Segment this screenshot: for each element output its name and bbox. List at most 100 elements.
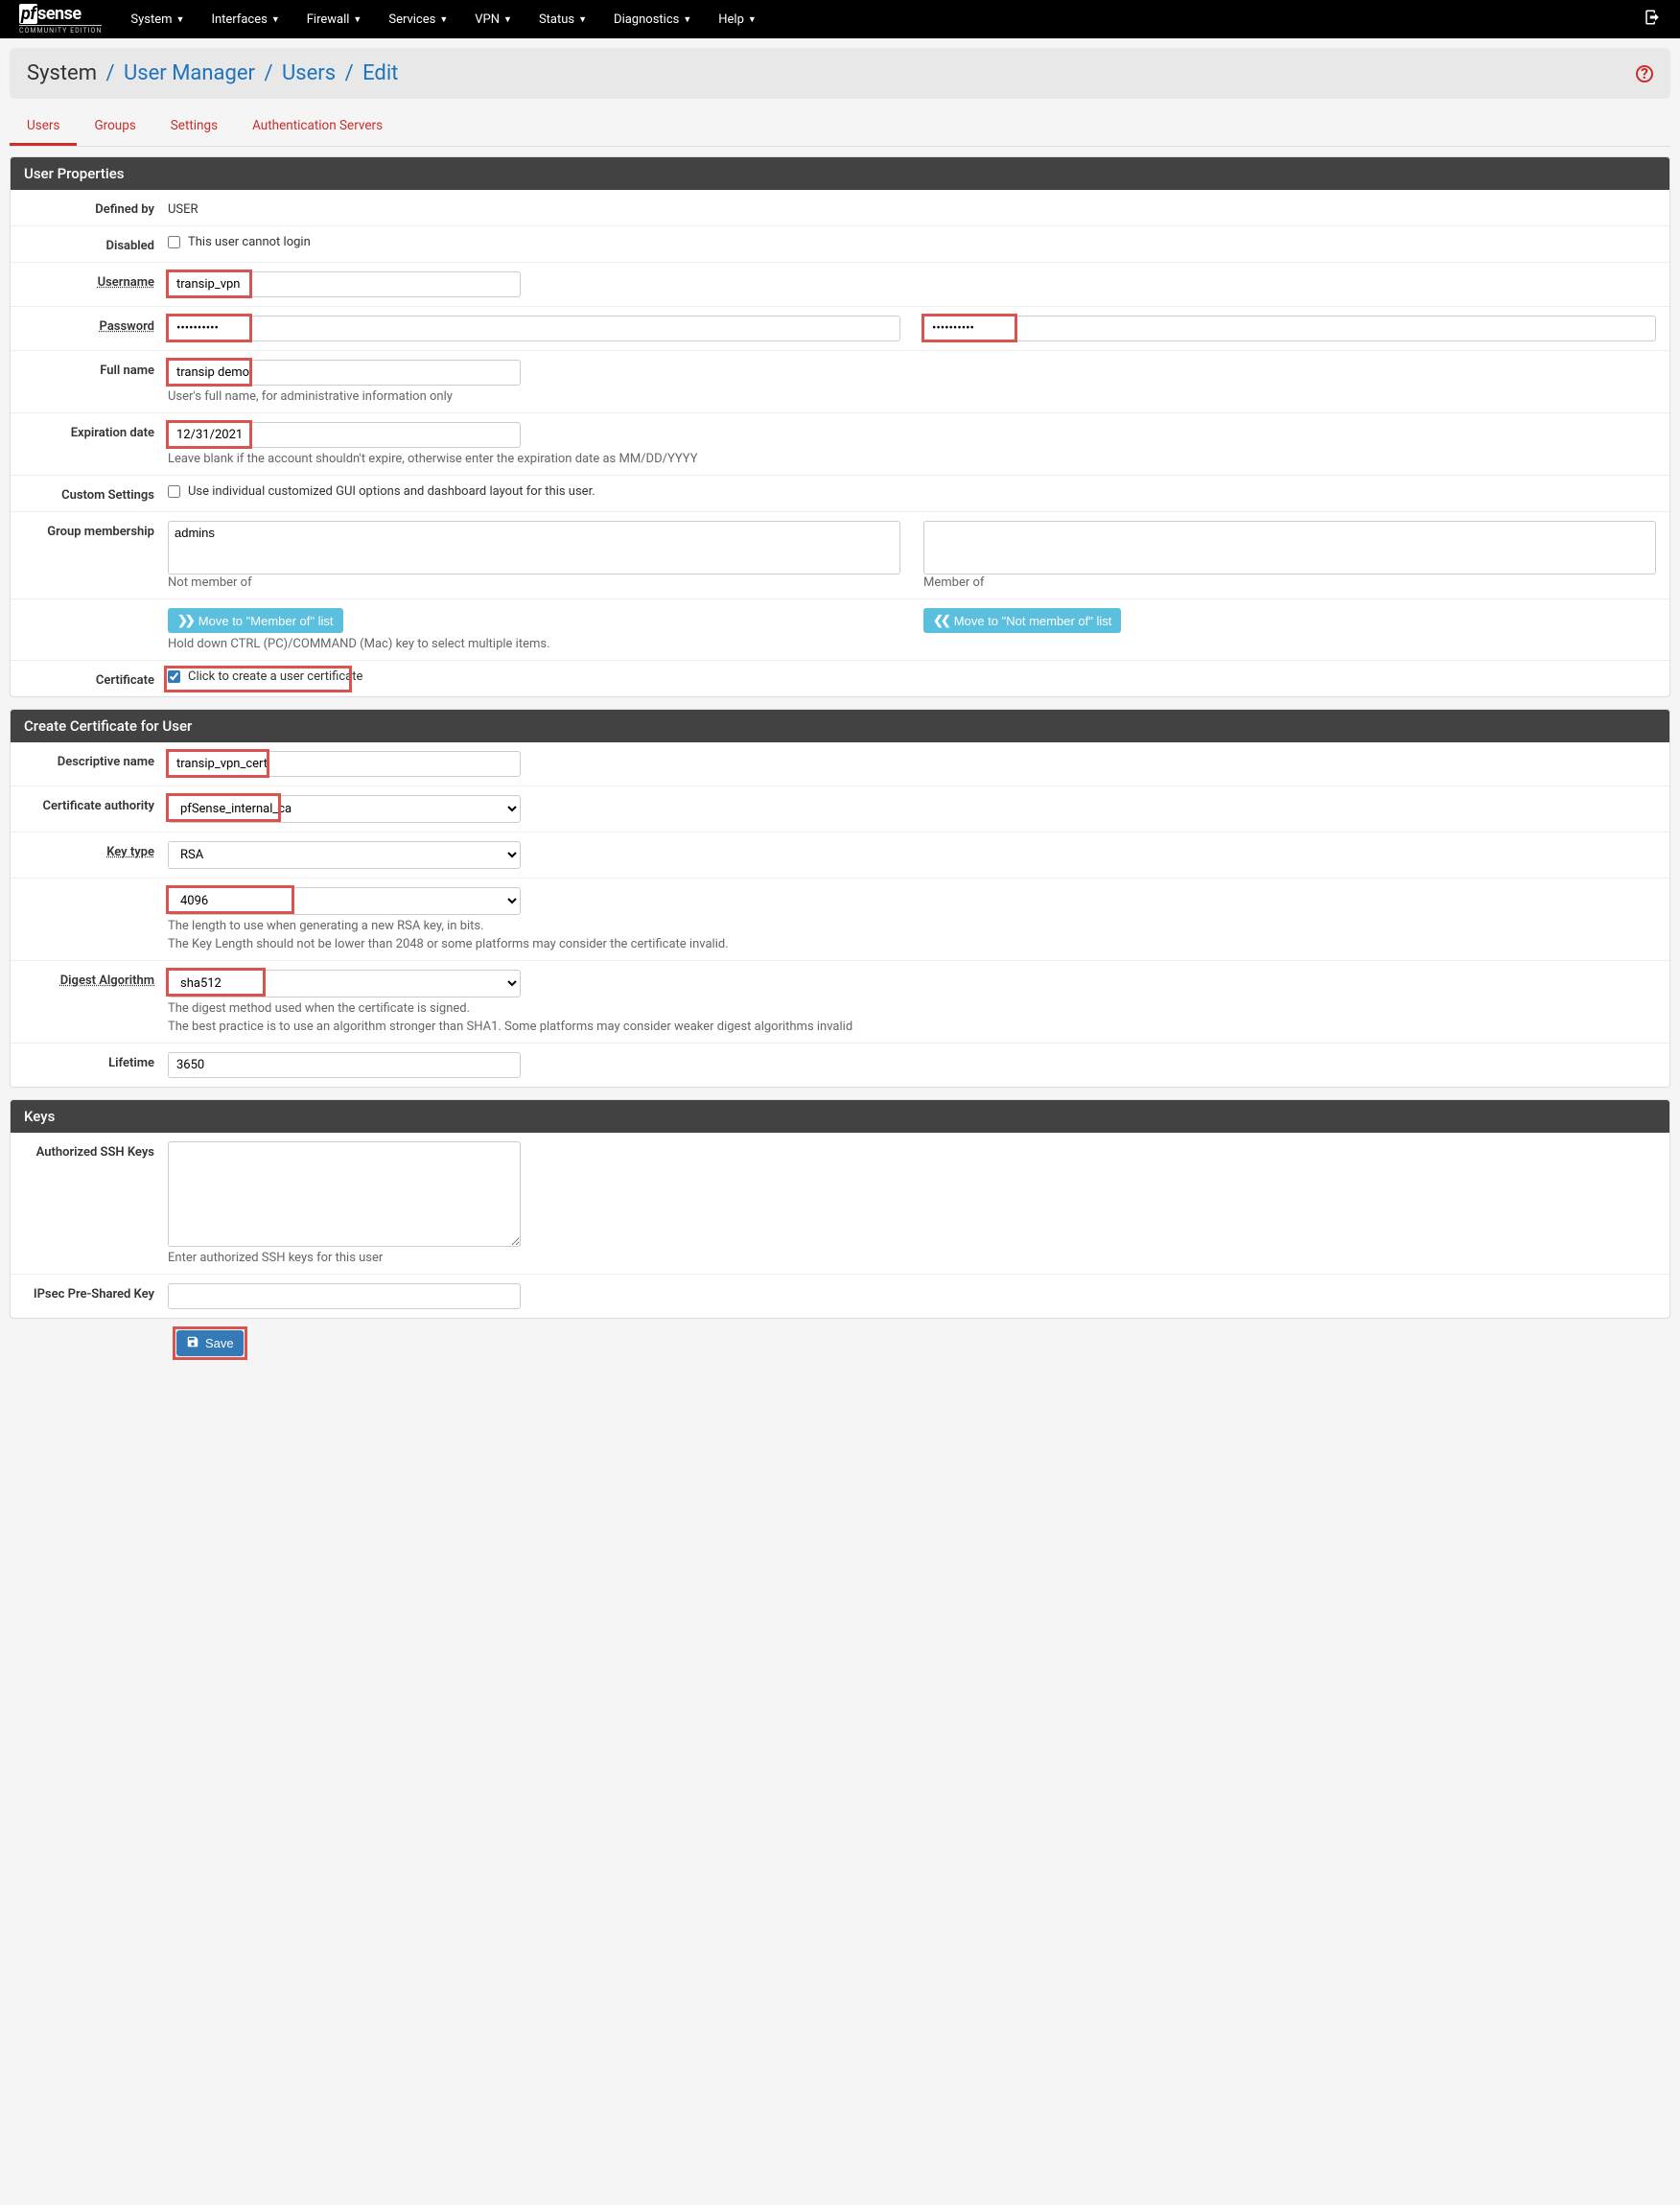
digest-select[interactable]: sha512 (168, 970, 521, 997)
caret-down-icon: ▼ (271, 14, 280, 25)
desc-name-input[interactable] (168, 751, 521, 777)
nav-help[interactable]: Help▼ (718, 12, 757, 27)
panel-header-keys: Keys (11, 1100, 1669, 1133)
chevron-left-double-icon: ❮❮ (933, 613, 948, 628)
key-len-help1: The length to use when generating a new … (168, 919, 1656, 933)
digest-help1: The digest method used when the certific… (168, 1001, 1656, 1016)
password-input[interactable] (168, 316, 900, 341)
save-label: Save (205, 1336, 234, 1350)
nav-interfaces[interactable]: Interfaces▼ (211, 12, 279, 27)
caret-down-icon: ▼ (176, 14, 185, 25)
nav-status[interactable]: Status▼ (539, 12, 587, 27)
fullname-input[interactable] (168, 360, 521, 386)
breadcrumb-usermanager[interactable]: User Manager (124, 61, 255, 85)
label-desc-name: Descriptive name (24, 751, 168, 769)
panel-header-cert: Create Certificate for User (11, 710, 1669, 742)
caret-down-icon: ▼ (683, 14, 691, 25)
expiration-help: Leave blank if the account shouldn't exp… (168, 452, 1656, 466)
label-defined-by: Defined by (24, 199, 168, 217)
breadcrumb-bar: System / User Manager / Users / Edit ? (10, 48, 1670, 99)
logo-main: pfsense (19, 4, 82, 24)
breadcrumb: System / User Manager / Users / Edit (27, 61, 398, 85)
move-to-not-member-label: Move to "Not member of" list (954, 614, 1112, 628)
tab-users[interactable]: Users (10, 108, 77, 146)
caret-down-icon: ▼ (748, 14, 757, 25)
custom-text: Use individual customized GUI options an… (188, 484, 595, 499)
move-to-not-member-button[interactable]: ❮❮ Move to "Not member of" list (923, 608, 1121, 633)
disabled-checkbox[interactable] (168, 236, 180, 248)
cert-checkbox-group[interactable]: Click to create a user certificate (168, 669, 1656, 684)
caret-down-icon: ▼ (353, 14, 362, 25)
ca-select[interactable]: pfSense_internal_ca (168, 795, 521, 823)
breadcrumb-sep: / (105, 61, 114, 85)
label-custom: Custom Settings (24, 484, 168, 503)
panel-header-user-props: User Properties (11, 157, 1669, 190)
cert-checkbox-text: Click to create a user certificate (188, 669, 362, 684)
chevron-right-double-icon: ❯❯ (177, 613, 193, 628)
label-disabled: Disabled (24, 235, 168, 253)
label-password: Password (24, 316, 168, 334)
digest-help2: The best practice is to use an algorithm… (168, 1020, 1656, 1034)
nav-services[interactable]: Services▼ (388, 12, 448, 27)
save-button[interactable]: Save (176, 1330, 244, 1356)
not-member-label: Not member of (168, 575, 252, 590)
username-input[interactable] (168, 271, 521, 297)
list-item[interactable]: admins (175, 526, 894, 541)
breadcrumb-edit[interactable]: Edit (362, 61, 398, 85)
tab-authservers[interactable]: Authentication Servers (235, 108, 400, 146)
ipsec-psk-input[interactable] (168, 1283, 521, 1309)
tab-groups[interactable]: Groups (77, 108, 152, 146)
not-member-listbox[interactable]: admins (168, 521, 900, 575)
nav-system[interactable]: System▼ (130, 12, 184, 27)
top-navbar: pfsense COMMUNITY EDITION System▼ Interf… (0, 0, 1680, 38)
logo-tagline: COMMUNITY EDITION (19, 25, 102, 35)
tabs: Users Groups Settings Authentication Ser… (10, 108, 1670, 147)
panel-keys: Keys Authorized SSH Keys Enter authorize… (10, 1099, 1670, 1319)
label-digest: Digest Algorithm (24, 970, 168, 988)
custom-checkbox-group[interactable]: Use individual customized GUI options an… (168, 484, 1656, 499)
label-ssh: Authorized SSH Keys (24, 1141, 168, 1160)
breadcrumb-sep: / (264, 61, 272, 85)
key-len-help2: The Key Length should not be lower than … (168, 937, 1656, 951)
nav-firewall[interactable]: Firewall▼ (307, 12, 362, 27)
save-row: Save (10, 1330, 1670, 1356)
tab-settings[interactable]: Settings (153, 108, 235, 146)
logo[interactable]: pfsense COMMUNITY EDITION (19, 4, 102, 35)
value-defined-by: USER (168, 199, 1656, 217)
nav-diagnostics[interactable]: Diagnostics▼ (614, 12, 691, 27)
label-username: Username (24, 271, 168, 290)
label-empty (24, 608, 168, 612)
cert-checkbox[interactable] (168, 670, 180, 683)
logout-icon[interactable] (1644, 9, 1661, 30)
label-ipsec: IPsec Pre-Shared Key (24, 1283, 168, 1302)
member-listbox[interactable] (923, 521, 1656, 575)
disabled-text: This user cannot login (188, 235, 311, 249)
key-type-select[interactable]: RSA (168, 841, 521, 869)
move-to-member-label: Move to "Member of" list (198, 614, 334, 628)
expiration-input[interactable] (168, 422, 521, 448)
nav-vpn[interactable]: VPN▼ (475, 12, 512, 27)
caret-down-icon: ▼ (439, 14, 448, 25)
label-groups: Group membership (24, 521, 168, 539)
fullname-help: User's full name, for administrative inf… (168, 389, 1656, 404)
breadcrumb-users[interactable]: Users (282, 61, 336, 85)
label-key-type: Key type (24, 841, 168, 859)
ssh-help: Enter authorized SSH keys for this user (168, 1251, 1656, 1265)
custom-checkbox[interactable] (168, 485, 180, 498)
move-to-member-button[interactable]: ❯❯ Move to "Member of" list (168, 608, 343, 633)
breadcrumb-system: System (27, 61, 97, 85)
groups-help: Hold down CTRL (PC)/COMMAND (Mac) key to… (168, 637, 1656, 651)
save-icon (186, 1335, 199, 1351)
label-expiration: Expiration date (24, 422, 168, 440)
label-fullname: Full name (24, 360, 168, 378)
key-length-select[interactable]: 4096 (168, 887, 521, 915)
disabled-checkbox-group[interactable]: This user cannot login (168, 235, 1656, 249)
label-ca: Certificate authority (24, 795, 168, 813)
caret-down-icon: ▼ (503, 14, 512, 25)
password-confirm-input[interactable] (923, 316, 1656, 341)
ssh-keys-textarea[interactable] (168, 1141, 521, 1247)
caret-down-icon: ▼ (578, 14, 587, 25)
help-icon[interactable]: ? (1636, 65, 1653, 82)
lifetime-input[interactable] (168, 1052, 521, 1078)
panel-create-certificate: Create Certificate for User Descriptive … (10, 709, 1670, 1088)
